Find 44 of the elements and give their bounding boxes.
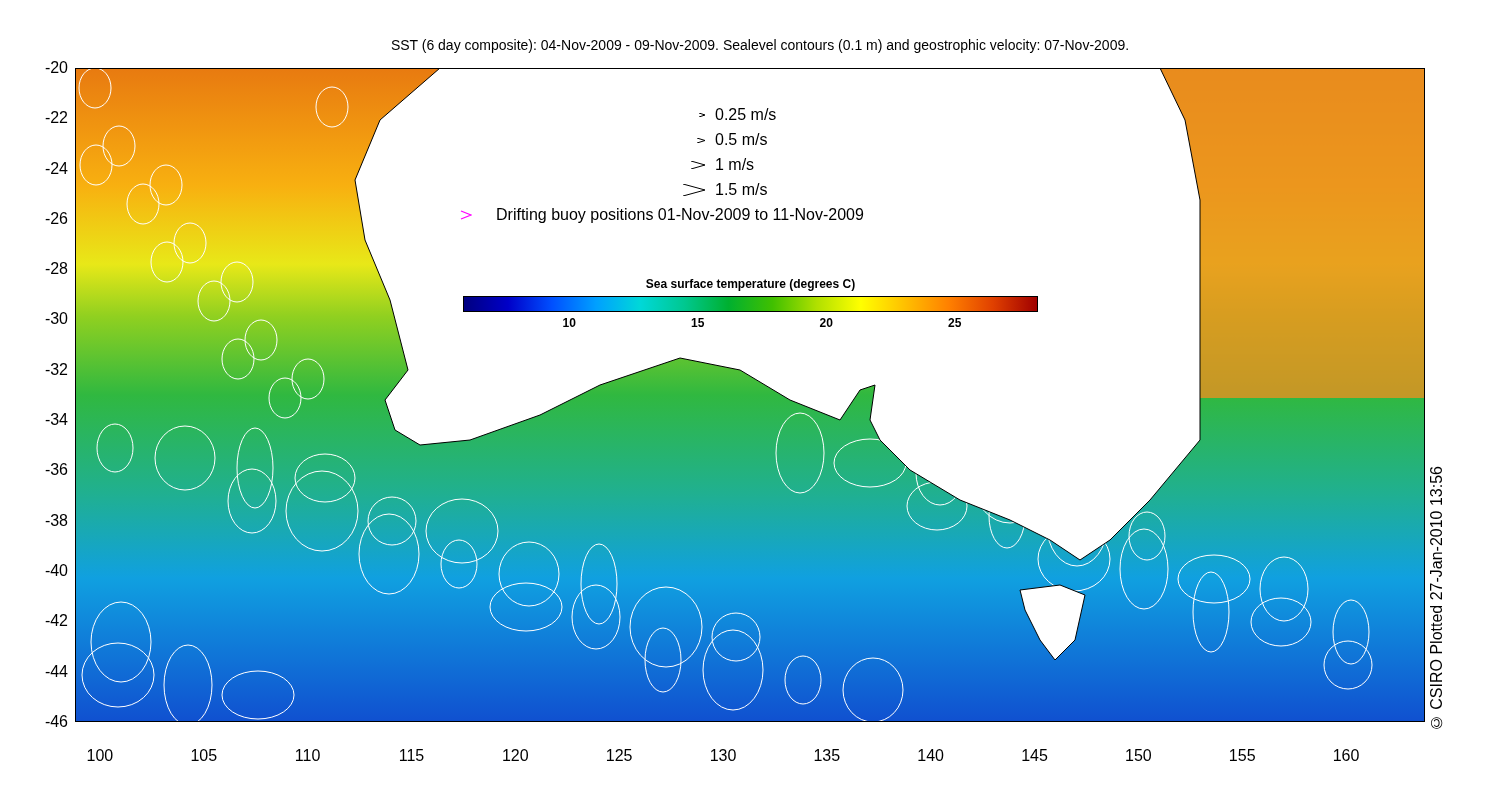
arrowhead-icon	[683, 184, 705, 196]
buoy-marker-icon	[460, 210, 472, 220]
legend-label: 0.5 m/s	[715, 131, 768, 149]
arrowhead-icon	[697, 137, 705, 143]
x-axis-label: 105	[189, 747, 219, 765]
legend-label: Drifting buoy positions 01-Nov-2009 to 11-Nov-2009	[496, 206, 864, 224]
y-axis-label: -28	[43, 260, 68, 279]
y-axis-label: -30	[43, 310, 68, 329]
arrowhead-icon	[691, 161, 705, 169]
y-axis-label: -46	[43, 712, 68, 731]
y-axis-label: -32	[43, 360, 68, 379]
x-axis-label: 145	[1020, 747, 1049, 765]
y-axis-label: -34	[43, 411, 68, 430]
credit-text: © CSIRO Plotted 27-Jan-2010 13:56	[1428, 465, 1446, 731]
arrowhead-icon	[699, 113, 705, 117]
y-axis-label: -24	[43, 159, 68, 178]
legend-label: 0.25 m/s	[715, 106, 777, 124]
y-axis-label: -26	[43, 209, 68, 228]
x-axis-label: 130	[708, 747, 738, 765]
x-axis-label: 135	[812, 747, 842, 765]
colorbar-label: 25	[947, 316, 963, 330]
x-axis-label: 155	[1227, 747, 1257, 765]
x-axis-label: 115	[397, 747, 426, 765]
x-axis-label: 160	[1331, 747, 1361, 765]
x-axis-label: 100	[85, 747, 115, 765]
x-axis-label: 120	[500, 747, 530, 765]
legend-label: 1 m/s	[715, 156, 755, 174]
legend-label: 1.5 m/s	[715, 181, 768, 199]
y-axis-label: -42	[43, 612, 68, 631]
x-axis-label: 110	[293, 747, 322, 765]
colorbar-title: Sea surface temperature (degrees C)	[644, 277, 857, 291]
x-axis-label: 150	[1124, 747, 1153, 765]
x-axis-label: 140	[916, 747, 945, 765]
y-axis-label: -20	[43, 59, 68, 77]
colorbar-label: 15	[690, 316, 706, 330]
y-axis-label: -22	[43, 109, 68, 128]
y-axis-label: -38	[43, 511, 68, 530]
colorbar-label: 10	[561, 316, 577, 330]
y-axis-label: -36	[43, 461, 68, 480]
y-axis-label: -44	[43, 662, 68, 681]
colorbar-label: 20	[818, 316, 834, 330]
y-axis-label: -40	[43, 561, 68, 580]
x-axis-label: 125	[604, 747, 634, 765]
plot-title: SST (6 day composite): 04-Nov-2009 - 09-Nov-2009. Sealevel contours (0.1 m) and geostrophic velocity: 07-Nov-2009.	[390, 37, 1130, 55]
